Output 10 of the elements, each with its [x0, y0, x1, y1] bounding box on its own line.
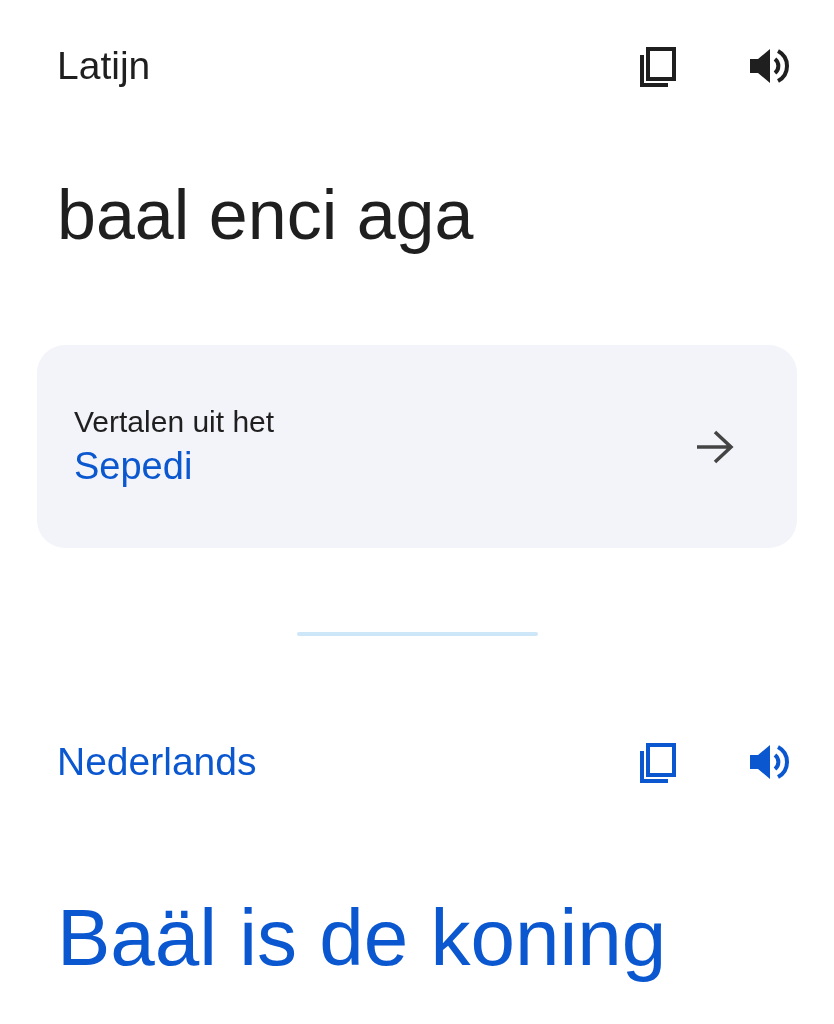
target-language: Nederlands [57, 740, 257, 784]
copy-icon[interactable] [638, 741, 678, 783]
detect-language-card[interactable]: Vertalen uit het Sepedi [37, 345, 797, 548]
speaker-icon[interactable] [748, 742, 790, 782]
source-language: Latijn [57, 44, 151, 88]
suggested-language[interactable]: Sepedi [74, 445, 275, 488]
speaker-icon[interactable] [748, 46, 790, 86]
copy-icon[interactable] [638, 45, 678, 87]
arrow-right-icon[interactable] [695, 428, 735, 465]
card-prompt: Vertalen uit het [74, 405, 275, 439]
